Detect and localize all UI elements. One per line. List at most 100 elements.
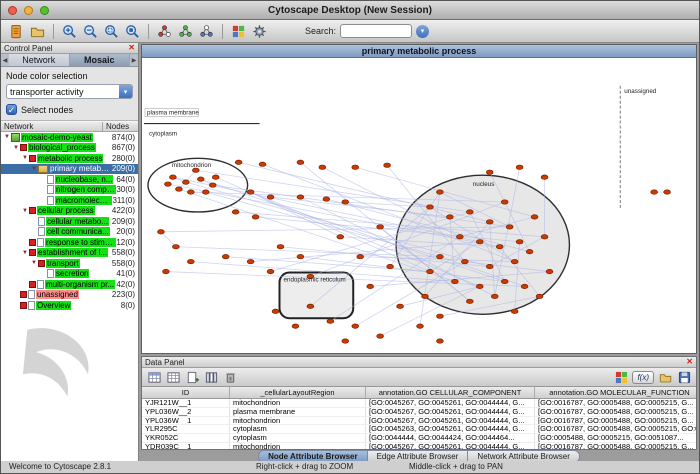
tree-item[interactable]: ▼mosaic-demo-yeast874(0) xyxy=(1,132,138,143)
tree-item[interactable]: unassigned223(0) xyxy=(1,290,138,301)
tab-mosaic[interactable]: Mosaic xyxy=(70,54,131,66)
select-all-attributes-icon[interactable] xyxy=(146,370,162,385)
tree-item[interactable]: nitrogen compo...30(0) xyxy=(1,185,138,196)
new-network-from-selection-icon[interactable] xyxy=(176,22,195,41)
attribute-matrix-icon[interactable] xyxy=(613,370,629,385)
close-data-panel-icon[interactable]: ✕ xyxy=(686,358,693,366)
tab-network[interactable]: Network xyxy=(9,54,70,66)
toolbar-separator xyxy=(222,24,223,39)
window-title: Cytoscape Desktop (New Session) xyxy=(1,5,699,16)
zoom-selected-icon[interactable] xyxy=(102,22,121,41)
tree-item[interactable]: Overview8(0) xyxy=(1,300,138,311)
tree-item[interactable]: ▼metabolic process280(0) xyxy=(1,153,138,164)
new-session-icon[interactable] xyxy=(7,22,26,41)
search-options-icon[interactable]: ▾ xyxy=(416,25,429,38)
tree-expander-icon[interactable]: ▼ xyxy=(3,134,11,140)
column-header[interactable]: annotation.GO MOLECULAR_FUNCTION xyxy=(535,387,700,398)
zoom-window-icon[interactable] xyxy=(40,6,49,15)
tree-item[interactable]: ▼primary metabo...209(0) xyxy=(1,164,138,175)
tree-item-label: macromolecule... xyxy=(55,196,112,205)
zoom-in-icon[interactable] xyxy=(60,22,79,41)
tree-item-count: 223(0) xyxy=(112,290,138,299)
minimize-window-icon[interactable] xyxy=(24,6,33,15)
apply-layout-icon[interactable] xyxy=(197,22,216,41)
status-bar: Welcome to Cytoscape 2.8.1 Right-click +… xyxy=(1,461,699,473)
import-attributes-icon[interactable] xyxy=(657,370,673,385)
network-folder-icon xyxy=(38,165,48,173)
table-cell: mitochondrion xyxy=(230,417,366,425)
formula-builder-button[interactable]: f(x) xyxy=(632,371,654,384)
tree-item[interactable]: multi-organism pr...42(0) xyxy=(1,279,138,290)
tree-expander-icon[interactable]: ▼ xyxy=(30,260,38,266)
table-cell: YPL036W__1 xyxy=(142,417,230,425)
table-cell: mitochondrion xyxy=(230,443,366,449)
table-row[interactable]: YJR121W__1mitochondrion[GO:0045267, GO:0… xyxy=(142,399,696,408)
tree-item[interactable]: ▼cellular process422(0) xyxy=(1,206,138,217)
toolbar-separator xyxy=(148,24,149,39)
table-row[interactable]: YPL036W__2plasma membrane[GO:0045267, GO… xyxy=(142,408,696,417)
tree-item-count: 12(0) xyxy=(116,238,138,247)
zoom-out-icon[interactable] xyxy=(81,22,100,41)
tree-item[interactable]: cellular metabo...209(0) xyxy=(1,216,138,227)
table-row[interactable]: YKR052Ccytoplasm[GO:0044444, GO:0044424,… xyxy=(142,434,696,443)
main-toolbar: Search: ▾ xyxy=(1,20,699,43)
table-cell: YJR121W__1 xyxy=(142,399,230,407)
tree-item[interactable]: ▼biological_process867(0) xyxy=(1,143,138,154)
select-nodes-checkbox[interactable]: ✓ xyxy=(6,104,17,115)
plugins-icon[interactable] xyxy=(250,22,269,41)
close-panel-icon[interactable]: ✕ xyxy=(128,44,135,52)
column-header[interactable]: annotation.GO CELLULAR_COMPONENT xyxy=(366,387,535,398)
tree-item-label: multi-organism pr... xyxy=(45,280,115,289)
tree-item[interactable]: macromolecule...311(0) xyxy=(1,195,138,206)
tab-scroll-left-icon[interactable]: ◀ xyxy=(1,54,9,66)
node-color-selection-label: Node color selection xyxy=(6,71,133,81)
network-canvas[interactable]: plasma membranecytoplasmmitochondrionnuc… xyxy=(142,58,696,353)
delete-attribute-icon[interactable] xyxy=(222,370,238,385)
tree-item[interactable]: response to stimu...12(0) xyxy=(1,237,138,248)
close-window-icon[interactable] xyxy=(8,6,17,15)
hide-selected-icon[interactable] xyxy=(155,22,174,41)
data-panel-header: Data Panel ✕ xyxy=(142,357,696,368)
new-attribute-icon[interactable] xyxy=(184,370,200,385)
network-leaf-icon xyxy=(28,301,35,310)
status-pan-hint: Middle-click + drag to PAN xyxy=(409,462,503,471)
svg-text:plasma membrane: plasma membrane xyxy=(147,110,199,117)
column-header[interactable]: _cellularLayoutRegion xyxy=(230,387,366,398)
tab-scroll-right-icon[interactable]: ▶ xyxy=(130,54,138,66)
tree-item[interactable]: ▼transport558(0) xyxy=(1,258,138,269)
search-input[interactable] xyxy=(340,24,412,38)
tree-expander-icon[interactable]: ▼ xyxy=(21,208,29,214)
tree-expander-icon[interactable]: ▼ xyxy=(30,166,38,172)
column-header[interactable]: ID xyxy=(142,387,230,398)
vizmapper-icon[interactable] xyxy=(229,22,248,41)
tree-expander-icon[interactable]: ▼ xyxy=(12,145,20,151)
tree-item[interactable]: nucleobase, n...64(0) xyxy=(1,174,138,185)
node-color-chip xyxy=(38,260,45,267)
chevron-down-icon: ▾ xyxy=(119,85,132,98)
svg-text:unassigned: unassigned xyxy=(624,88,657,95)
table-cell: mitochondrion xyxy=(230,399,366,407)
network-leaf-icon xyxy=(47,185,54,194)
network-leaf-icon xyxy=(28,290,35,299)
zoom-fit-icon[interactable] xyxy=(123,22,142,41)
export-attributes-icon[interactable] xyxy=(676,370,692,385)
tree-item[interactable]: ▼establishment of l...558(0) xyxy=(1,248,138,259)
table-row[interactable]: YPL036W__1mitochondrion[GO:0045267, GO:0… xyxy=(142,417,696,426)
network-view-window: primary metabolic process plasma membran… xyxy=(141,44,697,354)
unselect-all-attributes-icon[interactable] xyxy=(165,370,181,385)
table-row[interactable]: YLR295Ccytoplasm[GO:0045263, GO:0045261,… xyxy=(142,425,696,434)
tree-expander-icon[interactable]: ▼ xyxy=(21,250,29,256)
window-controls xyxy=(8,6,49,15)
data-panel-toolbar: f(x) xyxy=(142,368,696,387)
tree-expander-icon[interactable]: ▼ xyxy=(21,155,29,161)
table-cell: plasma membrane xyxy=(230,408,366,416)
table-row[interactable]: YDR039C__1mitochondrion[GO:0045267, GO:0… xyxy=(142,443,696,449)
tree-item[interactable]: cell communica...20(0) xyxy=(1,227,138,238)
node-color-chip xyxy=(29,207,36,214)
node-color-select[interactable]: transporter activity ▾ xyxy=(6,84,133,99)
open-session-icon[interactable] xyxy=(28,22,47,41)
select-columns-icon[interactable] xyxy=(203,370,219,385)
node-color-chip xyxy=(20,302,27,309)
attribute-table-header: ID_cellularLayoutRegionannotation.GO CEL… xyxy=(142,387,696,399)
tree-item[interactable]: secretion41(0) xyxy=(1,269,138,280)
